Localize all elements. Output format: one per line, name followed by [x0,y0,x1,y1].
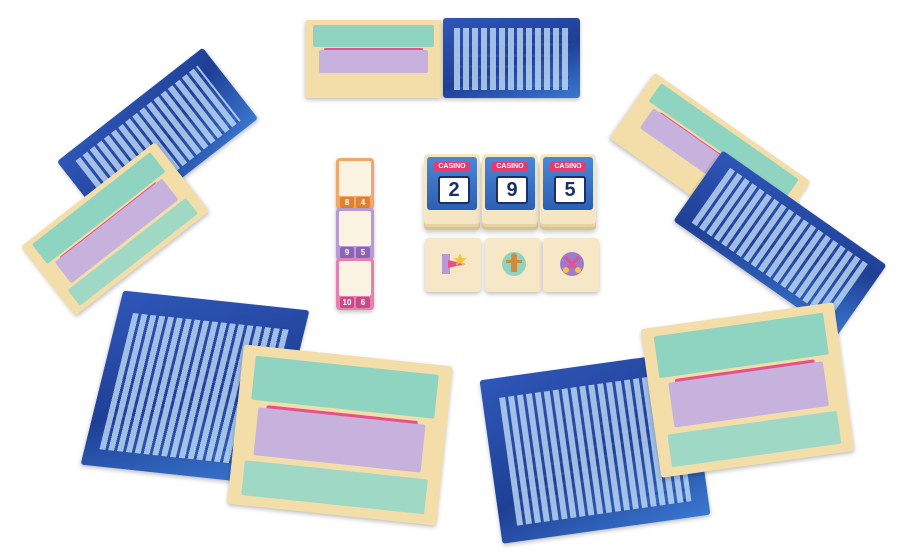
player-board-top-score [305,20,442,98]
player-board-top-city [443,18,580,98]
deck-2-number: 9 [496,176,528,204]
player-board-bottomright-score [640,302,855,478]
plan-card-2-value-a: 9 [340,247,354,258]
action-card-3[interactable] [543,238,599,292]
draw-deck-2[interactable]: CASINO 9 [482,154,538,224]
scissors-icon [560,252,584,276]
plan-card-2[interactable]: 9 5 [336,208,374,260]
plan-card-3-value-a: 10 [340,297,354,308]
draw-deck-1[interactable]: CASINO 2 [424,154,480,224]
deck-3-sign: CASINO [550,162,586,172]
plan-card-1-value-a: 8 [340,197,354,208]
plan-card-1[interactable]: 8 4 [336,158,374,210]
plan-card-3-value-b: 6 [356,297,370,308]
player-board-bottomleft-score [227,344,453,526]
deck-1-sign: CASINO [434,162,470,172]
plan-card-3[interactable]: 10 6 [336,258,374,310]
star-arrow-icon [442,253,467,274]
deck-1-number: 2 [438,176,470,204]
plan-card-2-value-b: 5 [356,247,370,258]
deck-2-sign: CASINO [492,162,528,172]
draw-deck-3[interactable]: CASINO 5 [540,154,596,224]
action-card-1[interactable] [425,238,481,292]
deck-3-number: 5 [554,176,586,204]
plan-card-1-value-b: 4 [356,197,370,208]
robot-figure-icon [502,252,526,276]
action-card-2[interactable] [485,238,541,292]
